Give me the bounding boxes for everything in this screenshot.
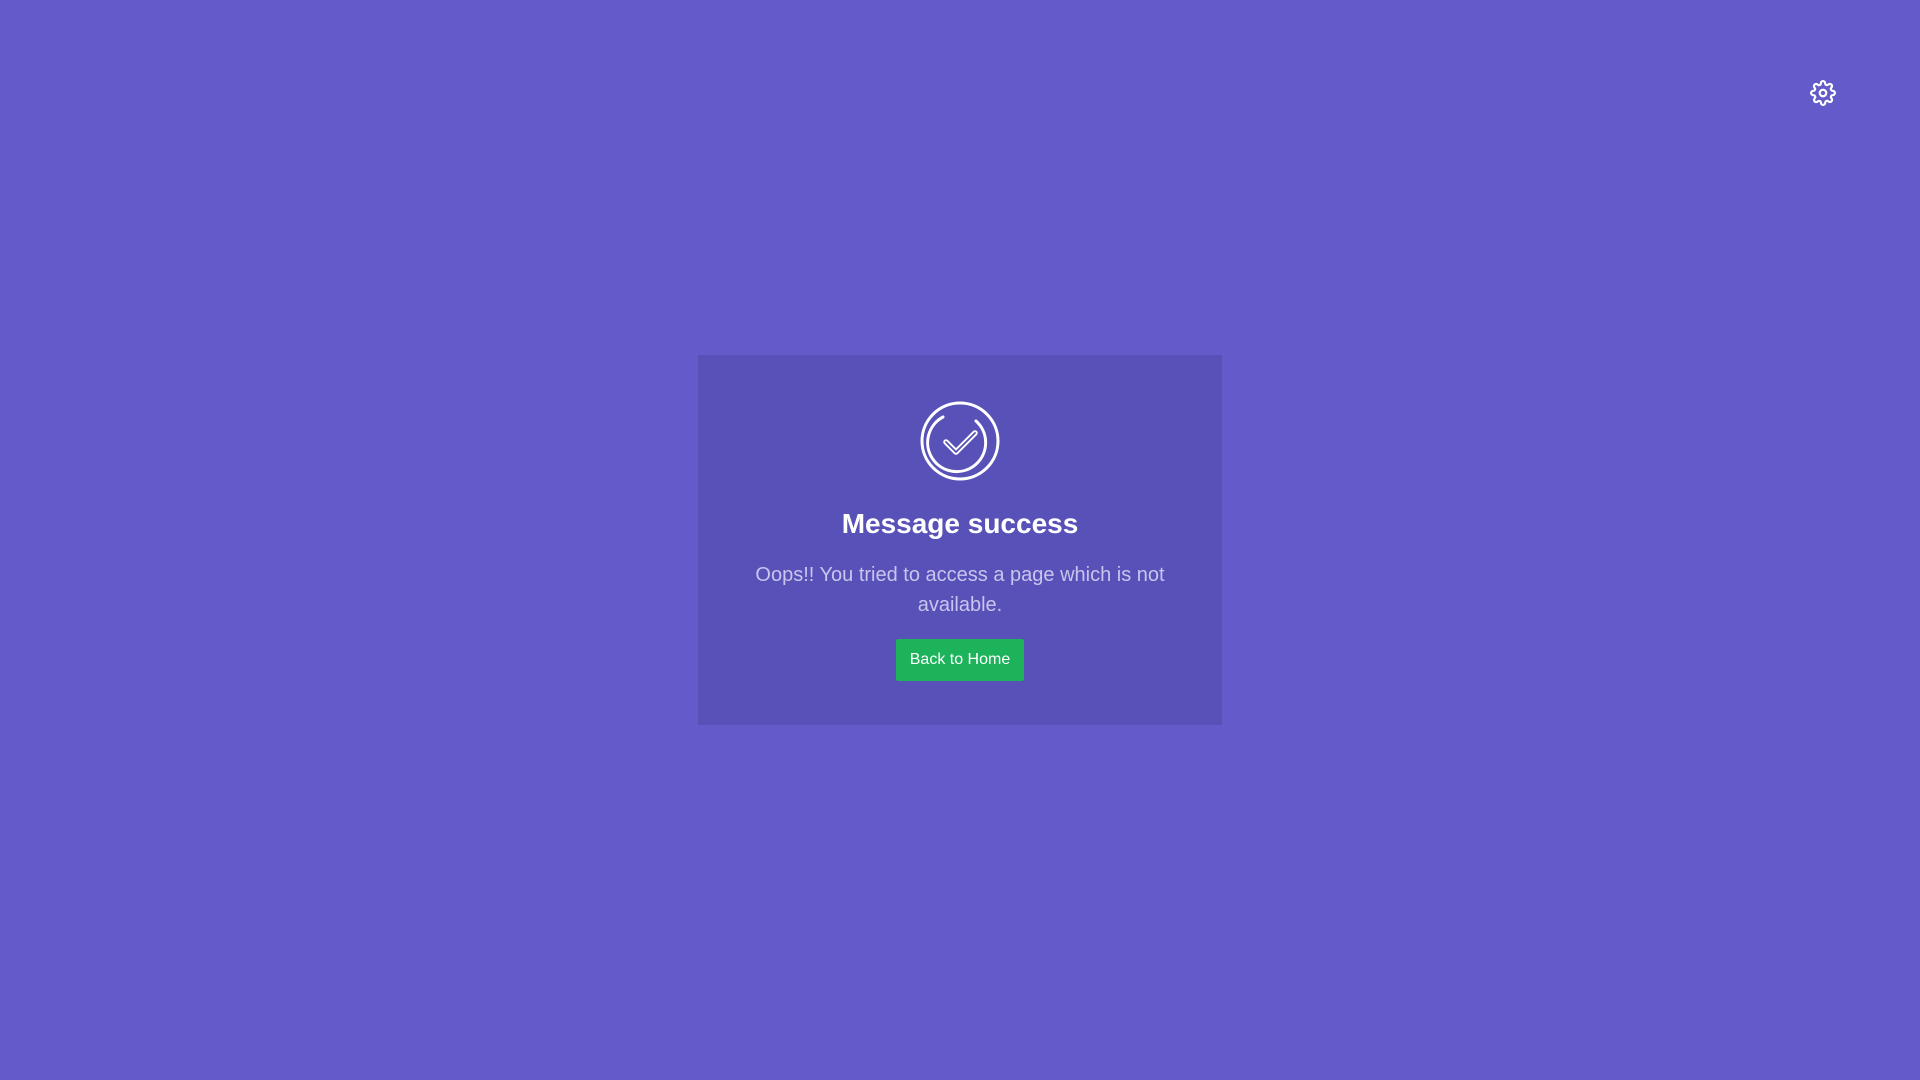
message-text: Oops!! You tried to access a page which … [755, 564, 1165, 616]
check-circle-icon [920, 401, 1000, 481]
gear-icon [1810, 80, 1836, 106]
message-card: Message success Oops!! You tried to acce… [698, 355, 1222, 725]
settings-button[interactable] [1808, 78, 1838, 108]
message-title: Message success [841, 508, 1079, 539]
back-to-home-button[interactable]: Back to Home [895, 639, 1025, 681]
page-background: Message success Oops!! You tried to acce… [0, 0, 1920, 1080]
